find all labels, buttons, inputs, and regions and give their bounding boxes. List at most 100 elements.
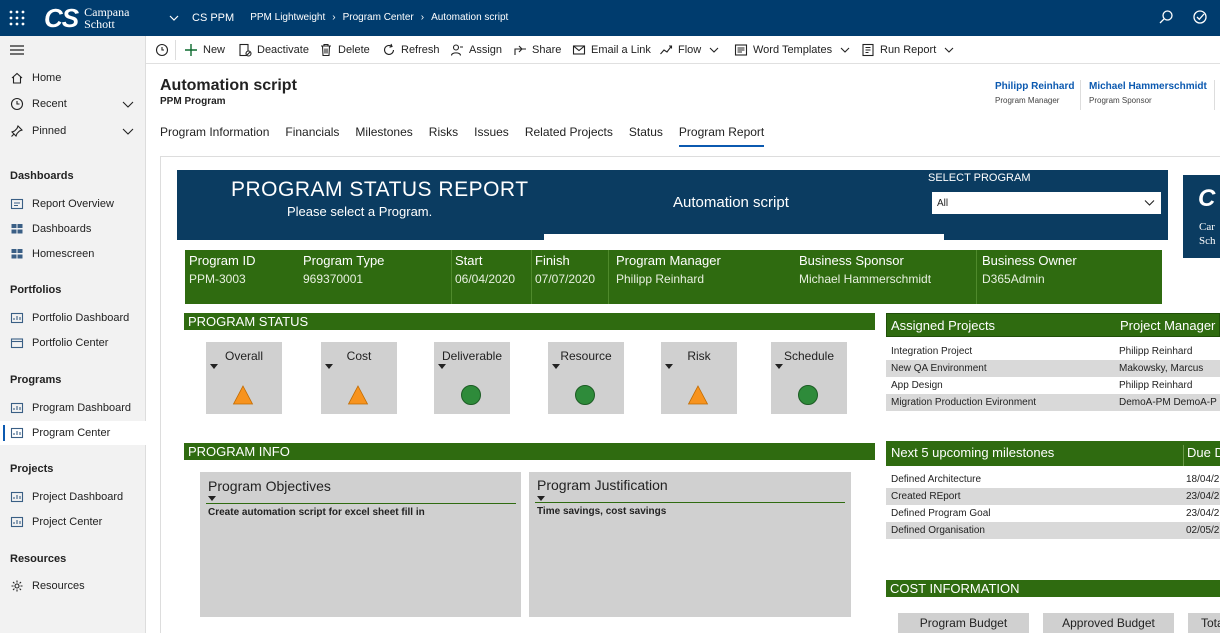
status-tile-deliverable[interactable]: Deliverable xyxy=(434,342,510,414)
drill-down-arrow-icon[interactable] xyxy=(208,496,216,501)
nav-homescreen[interactable]: Homescreen xyxy=(0,242,146,266)
table-cell: 23/04/2 xyxy=(1186,508,1220,519)
delete-button[interactable]: Delete xyxy=(319,42,370,58)
table-cell: App Design xyxy=(891,380,943,391)
breadcrumb-area[interactable]: PPM Lightweight xyxy=(250,12,325,24)
approved-budget-tile[interactable]: Approved Budget xyxy=(1043,613,1174,633)
flow-button[interactable]: Flow xyxy=(659,42,724,58)
chevron-down-icon[interactable] xyxy=(122,98,134,110)
flow-label: Flow xyxy=(678,44,702,56)
nav-program-center[interactable]: Program Center xyxy=(0,421,146,445)
status-label: Risk xyxy=(687,349,711,363)
total-budget-tile[interactable]: Tota xyxy=(1188,613,1220,633)
tab-risks[interactable]: Risks xyxy=(429,125,458,147)
nav-home[interactable]: Home xyxy=(0,66,146,90)
divider xyxy=(976,250,977,304)
program-sponsor-link[interactable]: Michael Hammerschmidt xyxy=(1089,81,1207,92)
page-title: Automation script xyxy=(160,77,297,94)
new-button[interactable]: New xyxy=(184,42,225,58)
status-tile-schedule[interactable]: Schedule xyxy=(771,342,847,414)
drill-down-arrow-icon[interactable] xyxy=(665,364,673,369)
app-launcher-icon[interactable] xyxy=(8,9,26,27)
share-icon xyxy=(514,45,526,55)
select-program-dropdown[interactable]: All xyxy=(932,192,1161,214)
nav-report-overview[interactable]: Report Overview xyxy=(0,192,146,216)
nav-recent[interactable]: Recent xyxy=(0,92,146,116)
history-icon[interactable] xyxy=(155,43,169,57)
task-check-icon[interactable] xyxy=(1192,9,1208,25)
nav-portfolio-center[interactable]: Portfolio Center xyxy=(0,331,146,355)
breadcrumb-app[interactable]: CS PPM xyxy=(192,12,234,24)
table-cell: Defined Program Goal xyxy=(891,508,991,519)
nav-home-label: Home xyxy=(32,72,62,84)
drill-down-arrow-icon[interactable] xyxy=(537,496,545,501)
table-row[interactable]: Defined Organisation 02/05/2 xyxy=(886,522,1220,539)
word-templates-button[interactable]: Word Templates xyxy=(734,42,855,58)
program-budget-tile[interactable]: Program Budget xyxy=(898,613,1029,633)
word-template-icon xyxy=(734,44,748,56)
tab-financials[interactable]: Financials xyxy=(285,125,339,147)
hamburger-menu-icon[interactable] xyxy=(10,44,24,56)
side-logo-text: Car Sch xyxy=(1199,220,1216,248)
drill-down-arrow-icon[interactable] xyxy=(552,364,560,369)
tab-related-projects[interactable]: Related Projects xyxy=(525,125,613,147)
nav-dashboards[interactable]: Dashboards xyxy=(0,217,146,241)
status-tile-risk[interactable]: Risk xyxy=(661,342,737,414)
table-row[interactable]: Created REport 23/04/2 xyxy=(886,488,1220,505)
side-logo-line1: Car xyxy=(1199,221,1215,233)
drill-down-arrow-icon[interactable] xyxy=(325,364,333,369)
table-row[interactable]: Integration Project Philipp Reinhard xyxy=(886,343,1220,360)
status-label: Resource xyxy=(560,349,612,363)
status-tile-overall[interactable]: Overall xyxy=(206,342,282,414)
share-button[interactable]: Share xyxy=(513,42,561,58)
breadcrumb-entity[interactable]: Program Center xyxy=(343,12,414,24)
drill-down-arrow-icon[interactable] xyxy=(438,364,446,369)
table-cell: Makowsky, Marcus xyxy=(1119,363,1204,374)
email-link-button[interactable]: Email a Link xyxy=(572,42,651,58)
report-banner: PROGRAM STATUS REPORT Please select a Pr… xyxy=(177,170,1168,240)
table-row[interactable]: Defined Architecture 18/04/2 xyxy=(886,471,1220,488)
search-icon[interactable] xyxy=(1158,9,1174,25)
deactivate-button[interactable]: Deactivate xyxy=(238,42,309,58)
table-row[interactable]: App Design Philipp Reinhard xyxy=(886,377,1220,394)
breadcrumb-record[interactable]: Automation script xyxy=(431,12,508,24)
nav-project-center[interactable]: Project Center xyxy=(0,510,146,534)
table-row[interactable]: Defined Program Goal 23/04/2 xyxy=(886,505,1220,522)
assign-button[interactable]: Assign xyxy=(450,42,502,58)
refresh-button[interactable]: Refresh xyxy=(382,42,440,58)
program-type-value: 969370001 xyxy=(303,272,364,286)
divider xyxy=(451,250,452,304)
nav-pinned[interactable]: Pinned xyxy=(0,119,146,143)
nav-program-dashboard[interactable]: Program Dashboard xyxy=(0,396,146,420)
nav-item-label: Resources xyxy=(32,580,85,592)
nav-resources[interactable]: Resources xyxy=(0,574,146,598)
chevron-down-icon[interactable] xyxy=(840,45,850,55)
ok-circle-icon xyxy=(575,385,595,405)
chevron-down-icon[interactable] xyxy=(709,45,719,55)
drill-down-arrow-icon[interactable] xyxy=(210,364,218,369)
chevron-down-icon[interactable] xyxy=(168,12,180,24)
chevron-down-icon[interactable] xyxy=(122,125,134,137)
nav-portfolio-dashboard[interactable]: Portfolio Dashboard xyxy=(0,306,146,330)
status-tile-resource[interactable]: Resource xyxy=(548,342,624,414)
table-row[interactable]: Migration Production Evironment DemoA-PM… xyxy=(886,394,1220,411)
table-cell: Integration Project xyxy=(891,346,973,357)
table-cell: New QA Environment xyxy=(891,363,987,374)
flow-icon xyxy=(660,45,673,55)
share-label: Share xyxy=(532,44,562,56)
tab-milestones[interactable]: Milestones xyxy=(355,125,412,147)
tab-issues[interactable]: Issues xyxy=(474,125,509,147)
tab-status[interactable]: Status xyxy=(629,125,663,147)
nav-project-dashboard[interactable]: Project Dashboard xyxy=(0,485,146,509)
table-cell: 18/04/2 xyxy=(1186,474,1220,485)
status-tile-cost[interactable]: Cost xyxy=(321,342,397,414)
tab-program-report[interactable]: Program Report xyxy=(678,125,765,147)
nav-item-label: Program Center xyxy=(32,427,111,439)
tab-program-information[interactable]: Program Information xyxy=(160,125,269,147)
chevron-down-icon[interactable] xyxy=(944,45,954,55)
report-icon xyxy=(10,198,24,210)
drill-down-arrow-icon[interactable] xyxy=(775,364,783,369)
table-row[interactable]: New QA Environment Makowsky, Marcus xyxy=(886,360,1220,377)
program-manager-link[interactable]: Philipp Reinhard xyxy=(995,81,1074,92)
run-report-button[interactable]: Run Report xyxy=(861,42,959,58)
